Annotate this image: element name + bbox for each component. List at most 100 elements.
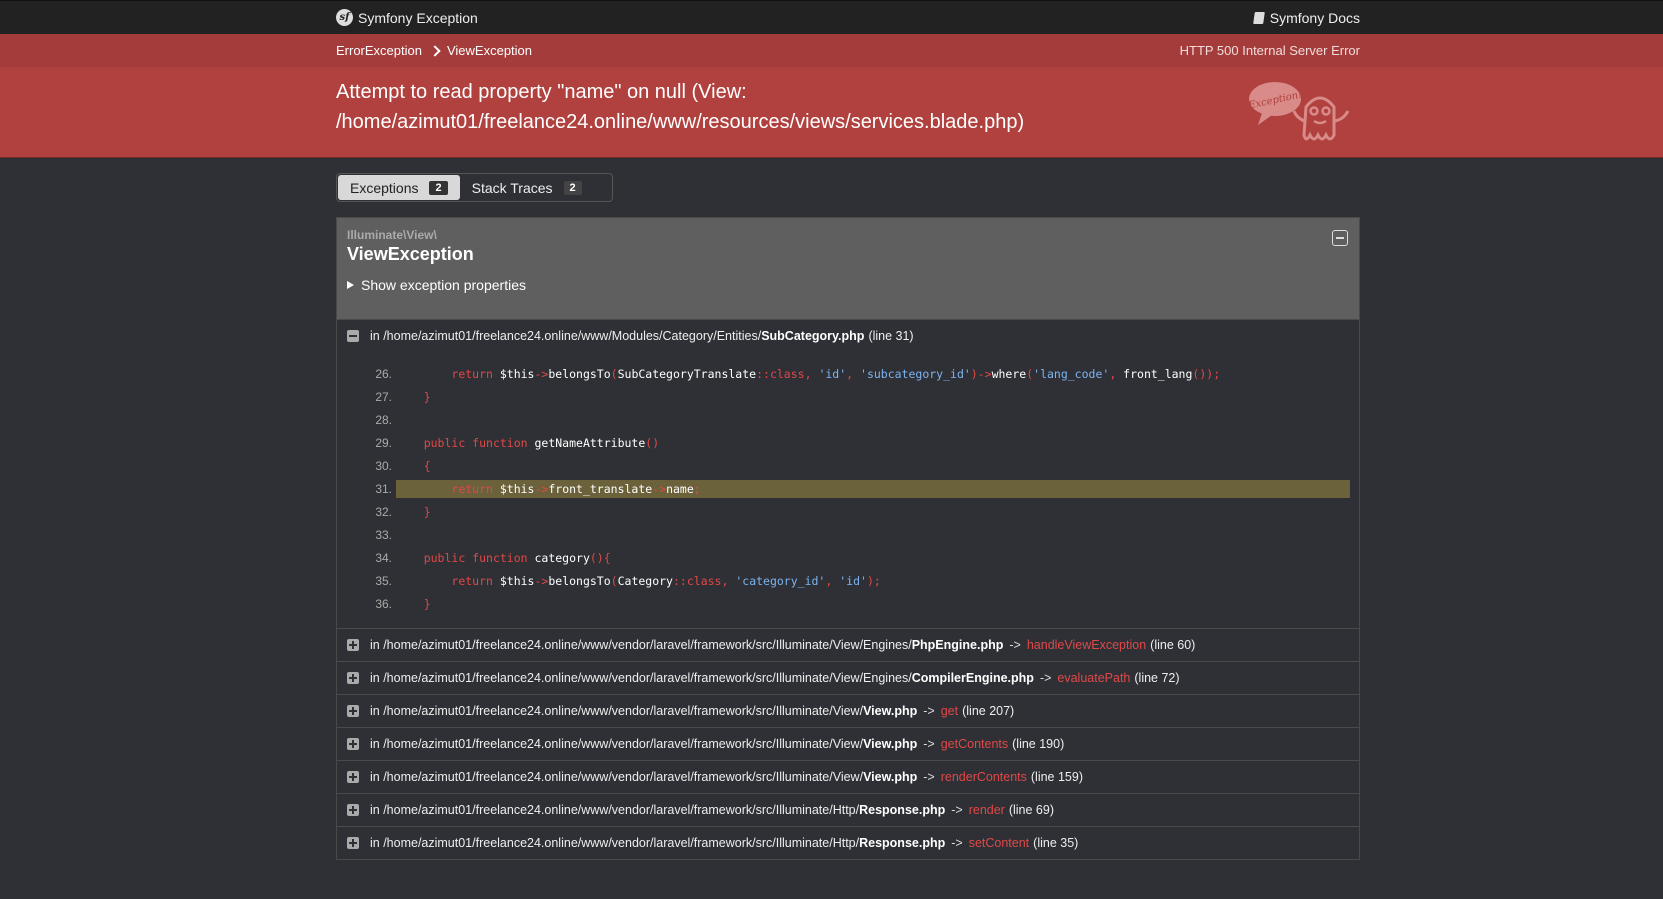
trace-line-number: (line 60) xyxy=(1150,638,1196,652)
trace-function: setContent xyxy=(968,836,1030,850)
trace-arrow: -> xyxy=(923,704,935,718)
line-number: 32. xyxy=(375,504,392,519)
trace-function: renderContents xyxy=(940,770,1027,784)
line-number: 35. xyxy=(375,573,392,588)
book-icon xyxy=(1252,11,1265,24)
line-number: 29. xyxy=(375,435,392,450)
trace-file: Response.php xyxy=(859,836,946,850)
trace-arrow: -> xyxy=(951,836,963,850)
trace-item: in /home/azimut01/freelance24.online/www… xyxy=(337,661,1359,694)
trace-line-number: (line 72) xyxy=(1134,671,1180,685)
plus-square-icon xyxy=(347,738,359,750)
collapse-icon[interactable] xyxy=(1332,230,1348,246)
breadcrumb: ErrorException ViewException xyxy=(336,43,532,58)
breadcrumb-item-errorexception[interactable]: ErrorException xyxy=(336,43,422,58)
line-number: 36. xyxy=(375,596,392,611)
trace-path: in /home/azimut01/freelance24.online/www… xyxy=(370,638,912,652)
docs-label: Symfony Docs xyxy=(1269,9,1360,26)
trace-path: in /home/azimut01/freelance24.online/www… xyxy=(370,704,864,718)
trace-header[interactable]: in /home/azimut01/freelance24.online/www… xyxy=(337,728,1359,760)
chevron-right-icon xyxy=(429,44,441,57)
trace-header[interactable]: in /home/azimut01/freelance24.online/www… xyxy=(337,794,1359,826)
trace-item: in /home/azimut01/freelance24.online/www… xyxy=(337,793,1359,826)
trace-item: in /home/azimut01/freelance24.online/www… xyxy=(337,760,1359,793)
breadcrumb-item-viewexception[interactable]: ViewException xyxy=(447,43,532,58)
tab-exceptions-label: Exceptions xyxy=(350,179,419,196)
trace-header[interactable]: in /home/azimut01/freelance24.online/www… xyxy=(337,320,1359,352)
trace-header[interactable]: in /home/azimut01/freelance24.online/www… xyxy=(337,662,1359,694)
trace-line-number: (line 69) xyxy=(1008,803,1055,817)
line-number: 33. xyxy=(375,527,392,542)
exception-class: ViewException xyxy=(347,244,474,264)
line-number: 26. xyxy=(375,366,392,381)
code-line: 33. xyxy=(346,523,1350,546)
trace-item: in /home/azimut01/freelance24.online/www… xyxy=(337,694,1359,727)
trace-file: View.php xyxy=(863,770,918,784)
exception-message-line1: Attempt to read property "name" on null … xyxy=(336,81,747,103)
plus-square-icon xyxy=(347,672,359,684)
trace-header[interactable]: in /home/azimut01/freelance24.online/www… xyxy=(337,761,1359,793)
caret-right-icon xyxy=(347,281,354,289)
trace-arrow: -> xyxy=(1009,638,1021,652)
code-line: 29. public function getNameAttribute() xyxy=(346,431,1350,454)
http-status: HTTP 500 Internal Server Error xyxy=(1179,43,1360,58)
code-text: { xyxy=(423,458,431,473)
trace-item-expanded: in /home/azimut01/freelance24.online/www… xyxy=(337,319,1359,628)
code-text: return $this->front_translate->name; xyxy=(396,479,1350,498)
code-line: 30. { xyxy=(346,454,1350,477)
trace-file: SubCategory.php xyxy=(761,329,865,343)
trace-item: in /home/azimut01/freelance24.online/www… xyxy=(337,628,1359,661)
trace-function: getContents xyxy=(940,737,1009,751)
symfony-docs-link[interactable]: Symfony Docs xyxy=(1252,9,1360,26)
trace-path: in /home/azimut01/freelance24.online/www… xyxy=(370,770,864,784)
trace-path: in /home/azimut01/freelance24.online/www… xyxy=(370,836,860,850)
tab-exceptions-count: 2 xyxy=(429,180,448,195)
code-line: 32. } xyxy=(346,500,1350,523)
brand: sf Symfony Exception xyxy=(336,9,478,26)
trace-file: PhpEngine.php xyxy=(911,638,1004,652)
line-number: 31. xyxy=(375,481,392,496)
code-snippet: 26. return $this->belongsTo(SubCategoryT… xyxy=(337,352,1359,628)
code-line: 36. } xyxy=(346,592,1350,615)
exception-message-line2: /home/azimut01/freelance24.online/www/re… xyxy=(336,111,1025,133)
code-line: 27. } xyxy=(346,385,1350,408)
plus-square-icon xyxy=(347,804,359,816)
code-text: } xyxy=(423,596,431,611)
trace-file: View.php xyxy=(863,737,918,751)
trace-path: in /home/azimut01/freelance24.online/www… xyxy=(370,803,860,817)
trace-function: get xyxy=(940,704,959,718)
trace-arrow: -> xyxy=(1039,671,1052,685)
plus-square-icon xyxy=(347,771,359,783)
code-line-highlighted: 31. return $this->front_translate->name; xyxy=(346,477,1350,500)
plus-square-icon xyxy=(347,639,359,651)
tab-stack-traces-label: Stack Traces xyxy=(471,179,553,196)
trace-header[interactable]: in /home/azimut01/freelance24.online/www… xyxy=(337,827,1359,859)
trace-line-number: (line 31) xyxy=(868,329,914,343)
trace-file: CompilerEngine.php xyxy=(911,671,1034,685)
show-exception-properties-toggle[interactable]: Show exception properties xyxy=(347,277,526,293)
code-text: } xyxy=(423,389,431,404)
trace-arrow: -> xyxy=(951,803,963,817)
code-text: } xyxy=(423,504,431,519)
code-text: public function getNameAttribute() xyxy=(423,435,660,450)
trace-function: handleViewException xyxy=(1026,638,1147,652)
code-line: 28. xyxy=(346,408,1350,431)
trace-path: in /home/azimut01/freelance24.online/www… xyxy=(370,329,762,343)
exception-class-header: Illuminate\View\ ViewException Show exce… xyxy=(337,218,1359,319)
trace-header[interactable]: in /home/azimut01/freelance24.online/www… xyxy=(337,629,1359,661)
trace-arrow: -> xyxy=(923,770,935,784)
trace-function: evaluatePath xyxy=(1057,671,1131,685)
tab-stack-traces[interactable]: Stack Traces 2 xyxy=(460,175,594,200)
brand-label: Symfony Exception xyxy=(358,9,478,26)
trace-arrow: -> xyxy=(923,737,935,751)
trace-header[interactable]: in /home/azimut01/freelance24.online/www… xyxy=(337,695,1359,727)
plus-square-icon xyxy=(347,705,359,717)
line-number: 27. xyxy=(375,389,392,404)
exception-message: Attempt to read property "name" on null … xyxy=(336,77,1096,137)
trace-line-number: (line 35) xyxy=(1033,836,1079,850)
trace-function: render xyxy=(968,803,1005,817)
trace-item: in /home/azimut01/freelance24.online/www… xyxy=(337,727,1359,760)
trace-path: in /home/azimut01/freelance24.online/www… xyxy=(370,737,864,751)
tab-exceptions[interactable]: Exceptions 2 xyxy=(338,175,460,200)
